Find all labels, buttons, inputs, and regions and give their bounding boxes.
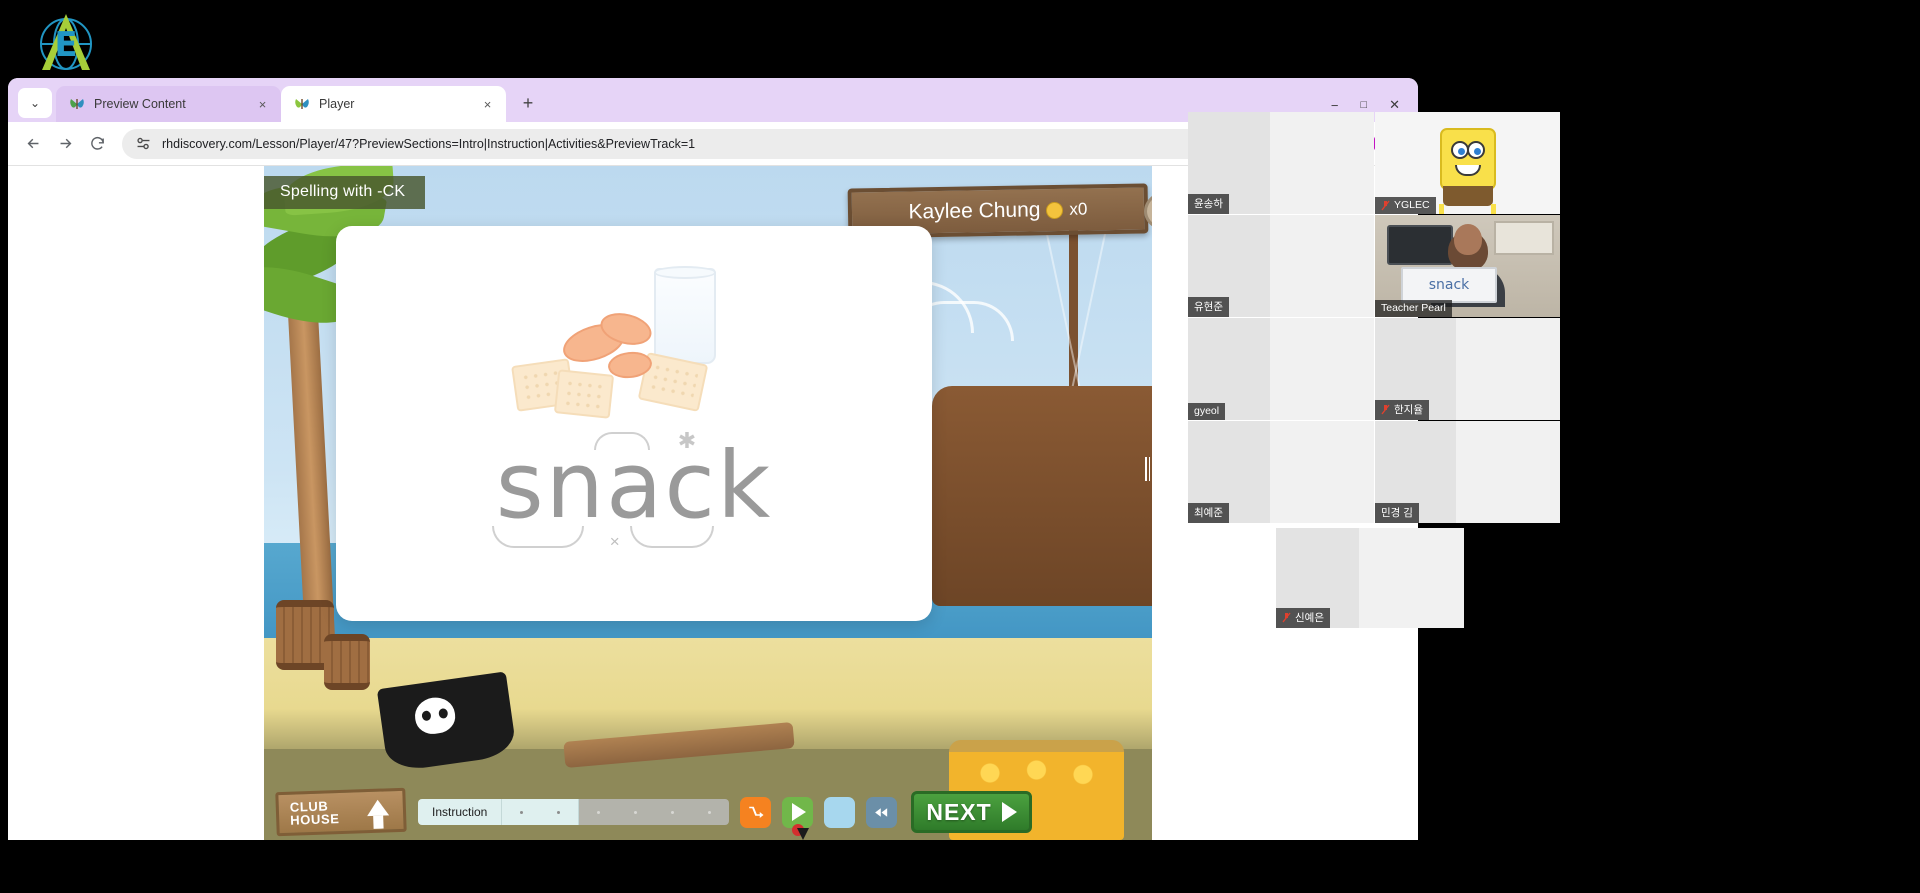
lesson-progress[interactable]: Instruction <box>418 799 730 825</box>
forward-arrow-icon <box>60 138 71 149</box>
svg-text:E: E <box>54 25 77 65</box>
close-icon[interactable]: × <box>254 96 271 113</box>
participant-name: 한지율 <box>1394 404 1423 416</box>
participant-name-tag: 최예준 <box>1188 503 1229 523</box>
participant-tile[interactable]: 한지율 <box>1375 318 1560 420</box>
target-word: snack <box>495 432 773 539</box>
tab-search-button[interactable]: ⌄ <box>18 88 52 118</box>
new-tab-button[interactable]: + <box>514 89 542 117</box>
play-button[interactable] <box>782 796 814 840</box>
lesson-title: Spelling with -CK <box>264 176 426 209</box>
snack-illustration <box>504 266 764 436</box>
participant-name-tag: 윤송하 <box>1188 194 1229 214</box>
whiteboard-text: snack <box>1401 267 1497 303</box>
participant-name: gyeol <box>1194 405 1220 417</box>
participant-tile[interactable]: 최예준 <box>1188 421 1374 523</box>
desktop-logo: E <box>30 10 102 76</box>
window-close-button[interactable]: ✕ <box>1389 97 1400 113</box>
coin-icon <box>1046 201 1064 219</box>
right-arrow-icon <box>1001 802 1017 822</box>
pirate-ship-decor <box>932 196 1152 676</box>
participant-name-tag: 유현준 <box>1188 297 1229 317</box>
participant-tile-teacher[interactable]: snack Teacher Pearl <box>1375 215 1560 317</box>
reload-button[interactable] <box>82 129 112 159</box>
participant-tile[interactable]: gyeol <box>1188 318 1374 420</box>
stroke-end-x: × <box>609 532 620 551</box>
mic-muted-icon <box>1381 404 1390 415</box>
lesson-toolbar: CLUB HOUSE Instruction NEXT <box>264 784 1152 840</box>
student-name: Kaylee Chung <box>908 198 1041 224</box>
score-value: x0 <box>1069 199 1088 219</box>
participant-name: Teacher Pearl <box>1381 302 1446 314</box>
plus-icon: + <box>522 92 534 113</box>
participant-tile-floating[interactable]: 신예은 <box>1276 528 1464 628</box>
reload-icon <box>90 136 104 150</box>
participant-name: 신예은 <box>1295 612 1324 624</box>
next-label: NEXT <box>926 798 992 825</box>
participant-name: 유현준 <box>1194 301 1223 313</box>
url-text: rhdiscovery.com/Lesson/Player/47?Preview… <box>162 136 696 151</box>
milk-glass-icon <box>654 266 716 364</box>
word-card: ✱ snack × <box>336 226 932 621</box>
close-icon[interactable]: × <box>479 96 496 113</box>
barrel-decor <box>324 634 370 690</box>
participant-tile[interactable]: 유현준 <box>1188 215 1374 317</box>
participant-tile[interactable]: 윤송하 <box>1188 112 1374 214</box>
tab-player[interactable]: Player × <box>281 86 506 122</box>
participant-tile-yglec[interactable]: YGLEC <box>1375 112 1560 214</box>
pause-button[interactable] <box>824 796 856 828</box>
participant-name-tag: 신예은 <box>1276 608 1330 628</box>
shuffle-button[interactable] <box>740 796 772 828</box>
mic-muted-icon <box>1282 612 1291 623</box>
stroke-start-star: ✱ <box>677 428 697 453</box>
window-maximize-button[interactable]: □ <box>1360 99 1367 111</box>
butterfly-icon <box>294 96 310 112</box>
back-button[interactable] <box>18 129 48 159</box>
tab-title: Preview Content <box>94 97 186 111</box>
lesson-stage: Spelling with -CK Kaylee Chung x0 ✱ snac… <box>264 166 1152 840</box>
participant-name-tag: gyeol <box>1188 403 1226 420</box>
tab-preview-content[interactable]: Preview Content × <box>56 86 281 122</box>
participant-name: 최예준 <box>1194 507 1223 519</box>
forward-button[interactable] <box>50 129 80 159</box>
clubhouse-button[interactable]: CLUB HOUSE <box>275 787 407 837</box>
back-arrow-icon <box>27 138 38 149</box>
section-tab-instruction[interactable]: Instruction <box>418 799 503 825</box>
participant-name-tag: YGLEC <box>1375 197 1436 214</box>
participant-name-tag: Teacher Pearl <box>1375 300 1452 317</box>
participant-name-tag: 민경 김 <box>1375 503 1419 523</box>
participant-name-tag: 한지율 <box>1375 400 1429 420</box>
play-icon <box>792 803 807 821</box>
target-word-wrap: ✱ snack × <box>491 428 773 551</box>
mic-muted-icon <box>1381 200 1390 211</box>
site-settings-icon[interactable] <box>135 135 152 152</box>
progress-dots-remaining[interactable] <box>579 799 730 825</box>
participant-name: YGLEC <box>1394 199 1430 211</box>
panel-drag-handle[interactable] <box>1144 456 1151 482</box>
rewind-button[interactable] <box>866 796 898 828</box>
shuffle-icon <box>749 806 764 818</box>
rewind-icon <box>875 807 888 817</box>
tab-title: Player <box>319 97 355 111</box>
mouse-cursor <box>796 827 809 840</box>
butterfly-icon <box>69 96 85 112</box>
participant-name: 윤송하 <box>1194 198 1223 210</box>
progress-dots-done[interactable] <box>502 799 580 825</box>
address-bar[interactable]: rhdiscovery.com/Lesson/Player/47?Preview… <box>122 128 1339 159</box>
participant-tile[interactable]: 민경 김 <box>1375 421 1560 523</box>
participant-name: 민경 김 <box>1381 507 1413 519</box>
up-arrow-icon <box>366 799 390 817</box>
window-minimize-button[interactable]: − <box>1331 98 1339 113</box>
chevron-down-icon: ⌄ <box>29 96 41 110</box>
next-button[interactable]: NEXT <box>911 791 1032 833</box>
